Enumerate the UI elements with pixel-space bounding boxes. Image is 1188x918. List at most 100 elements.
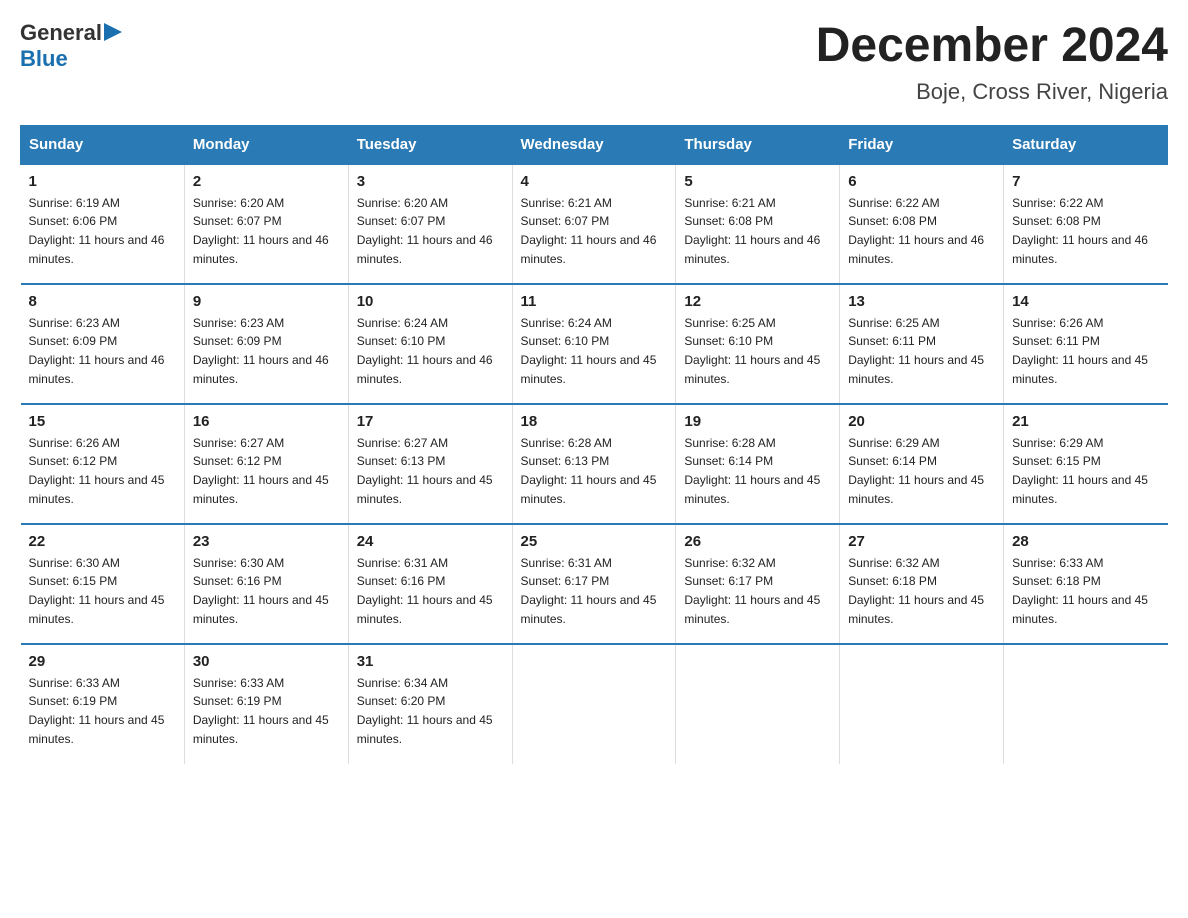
day-of-week-header: Sunday [21, 125, 185, 164]
calendar-cell: 9 Sunrise: 6:23 AM Sunset: 6:09 PM Dayli… [184, 284, 348, 404]
day-info: Sunrise: 6:20 AM Sunset: 6:07 PM Dayligh… [193, 194, 340, 268]
day-number: 24 [357, 533, 504, 550]
calendar-week-row: 29 Sunrise: 6:33 AM Sunset: 6:19 PM Dayl… [21, 644, 1168, 764]
day-info: Sunrise: 6:32 AM Sunset: 6:18 PM Dayligh… [848, 554, 995, 628]
day-info: Sunrise: 6:26 AM Sunset: 6:11 PM Dayligh… [1012, 314, 1159, 388]
day-number: 19 [684, 413, 831, 430]
day-info: Sunrise: 6:23 AM Sunset: 6:09 PM Dayligh… [193, 314, 340, 388]
day-number: 29 [29, 653, 176, 670]
calendar-cell: 13 Sunrise: 6:25 AM Sunset: 6:11 PM Dayl… [840, 284, 1004, 404]
day-info: Sunrise: 6:25 AM Sunset: 6:10 PM Dayligh… [684, 314, 831, 388]
day-number: 10 [357, 293, 504, 310]
day-number: 7 [1012, 173, 1159, 190]
day-number: 21 [1012, 413, 1159, 430]
calendar-cell: 12 Sunrise: 6:25 AM Sunset: 6:10 PM Dayl… [676, 284, 840, 404]
day-info: Sunrise: 6:26 AM Sunset: 6:12 PM Dayligh… [29, 434, 176, 508]
day-info: Sunrise: 6:23 AM Sunset: 6:09 PM Dayligh… [29, 314, 176, 388]
day-of-week-header: Friday [840, 125, 1004, 164]
logo-general: General [20, 20, 102, 46]
calendar-cell: 1 Sunrise: 6:19 AM Sunset: 6:06 PM Dayli… [21, 164, 185, 284]
calendar-cell: 7 Sunrise: 6:22 AM Sunset: 6:08 PM Dayli… [1004, 164, 1168, 284]
calendar-cell: 27 Sunrise: 6:32 AM Sunset: 6:18 PM Dayl… [840, 524, 1004, 644]
calendar-cell: 8 Sunrise: 6:23 AM Sunset: 6:09 PM Dayli… [21, 284, 185, 404]
day-number: 5 [684, 173, 831, 190]
calendar-cell: 4 Sunrise: 6:21 AM Sunset: 6:07 PM Dayli… [512, 164, 676, 284]
day-number: 27 [848, 533, 995, 550]
day-info: Sunrise: 6:21 AM Sunset: 6:07 PM Dayligh… [521, 194, 668, 268]
calendar-cell: 3 Sunrise: 6:20 AM Sunset: 6:07 PM Dayli… [348, 164, 512, 284]
day-number: 1 [29, 173, 176, 190]
day-number: 22 [29, 533, 176, 550]
logo-arrow-icon [104, 23, 122, 41]
day-of-week-header: Thursday [676, 125, 840, 164]
day-info: Sunrise: 6:29 AM Sunset: 6:14 PM Dayligh… [848, 434, 995, 508]
calendar-cell: 21 Sunrise: 6:29 AM Sunset: 6:15 PM Dayl… [1004, 404, 1168, 524]
day-info: Sunrise: 6:31 AM Sunset: 6:17 PM Dayligh… [521, 554, 668, 628]
calendar-cell [1004, 644, 1168, 764]
day-number: 25 [521, 533, 668, 550]
calendar-week-row: 15 Sunrise: 6:26 AM Sunset: 6:12 PM Dayl… [21, 404, 1168, 524]
calendar-cell: 29 Sunrise: 6:33 AM Sunset: 6:19 PM Dayl… [21, 644, 185, 764]
day-info: Sunrise: 6:27 AM Sunset: 6:13 PM Dayligh… [357, 434, 504, 508]
location-title: Boje, Cross River, Nigeria [816, 79, 1168, 105]
calendar-cell: 16 Sunrise: 6:27 AM Sunset: 6:12 PM Dayl… [184, 404, 348, 524]
day-info: Sunrise: 6:24 AM Sunset: 6:10 PM Dayligh… [357, 314, 504, 388]
day-number: 6 [848, 173, 995, 190]
day-info: Sunrise: 6:31 AM Sunset: 6:16 PM Dayligh… [357, 554, 504, 628]
day-number: 30 [193, 653, 340, 670]
day-number: 3 [357, 173, 504, 190]
day-number: 4 [521, 173, 668, 190]
calendar-cell: 5 Sunrise: 6:21 AM Sunset: 6:08 PM Dayli… [676, 164, 840, 284]
calendar-cell: 6 Sunrise: 6:22 AM Sunset: 6:08 PM Dayli… [840, 164, 1004, 284]
day-number: 9 [193, 293, 340, 310]
calendar-cell: 31 Sunrise: 6:34 AM Sunset: 6:20 PM Dayl… [348, 644, 512, 764]
calendar-cell: 17 Sunrise: 6:27 AM Sunset: 6:13 PM Dayl… [348, 404, 512, 524]
day-number: 11 [521, 293, 668, 310]
day-info: Sunrise: 6:25 AM Sunset: 6:11 PM Dayligh… [848, 314, 995, 388]
calendar-cell: 18 Sunrise: 6:28 AM Sunset: 6:13 PM Dayl… [512, 404, 676, 524]
day-number: 20 [848, 413, 995, 430]
calendar-cell: 26 Sunrise: 6:32 AM Sunset: 6:17 PM Dayl… [676, 524, 840, 644]
day-of-week-header: Monday [184, 125, 348, 164]
calendar-week-row: 22 Sunrise: 6:30 AM Sunset: 6:15 PM Dayl… [21, 524, 1168, 644]
month-title: December 2024 [816, 20, 1168, 73]
day-of-week-header: Tuesday [348, 125, 512, 164]
day-of-week-header: Wednesday [512, 125, 676, 164]
calendar-cell [676, 644, 840, 764]
day-number: 26 [684, 533, 831, 550]
calendar-cell: 30 Sunrise: 6:33 AM Sunset: 6:19 PM Dayl… [184, 644, 348, 764]
day-number: 12 [684, 293, 831, 310]
day-info: Sunrise: 6:29 AM Sunset: 6:15 PM Dayligh… [1012, 434, 1159, 508]
calendar-cell: 14 Sunrise: 6:26 AM Sunset: 6:11 PM Dayl… [1004, 284, 1168, 404]
day-info: Sunrise: 6:22 AM Sunset: 6:08 PM Dayligh… [1012, 194, 1159, 268]
day-info: Sunrise: 6:34 AM Sunset: 6:20 PM Dayligh… [357, 674, 504, 748]
calendar-cell: 25 Sunrise: 6:31 AM Sunset: 6:17 PM Dayl… [512, 524, 676, 644]
day-info: Sunrise: 6:33 AM Sunset: 6:19 PM Dayligh… [193, 674, 340, 748]
calendar-week-row: 1 Sunrise: 6:19 AM Sunset: 6:06 PM Dayli… [21, 164, 1168, 284]
day-number: 31 [357, 653, 504, 670]
calendar-cell: 20 Sunrise: 6:29 AM Sunset: 6:14 PM Dayl… [840, 404, 1004, 524]
day-info: Sunrise: 6:22 AM Sunset: 6:08 PM Dayligh… [848, 194, 995, 268]
calendar-cell [512, 644, 676, 764]
day-info: Sunrise: 6:33 AM Sunset: 6:18 PM Dayligh… [1012, 554, 1159, 628]
calendar-cell: 2 Sunrise: 6:20 AM Sunset: 6:07 PM Dayli… [184, 164, 348, 284]
logo-blue: Blue [20, 46, 68, 71]
day-number: 16 [193, 413, 340, 430]
day-info: Sunrise: 6:33 AM Sunset: 6:19 PM Dayligh… [29, 674, 176, 748]
day-info: Sunrise: 6:28 AM Sunset: 6:14 PM Dayligh… [684, 434, 831, 508]
day-number: 28 [1012, 533, 1159, 550]
day-number: 13 [848, 293, 995, 310]
day-number: 2 [193, 173, 340, 190]
calendar-cell [840, 644, 1004, 764]
day-info: Sunrise: 6:21 AM Sunset: 6:08 PM Dayligh… [684, 194, 831, 268]
day-of-week-header: Saturday [1004, 125, 1168, 164]
day-info: Sunrise: 6:30 AM Sunset: 6:15 PM Dayligh… [29, 554, 176, 628]
calendar-cell: 11 Sunrise: 6:24 AM Sunset: 6:10 PM Dayl… [512, 284, 676, 404]
day-info: Sunrise: 6:27 AM Sunset: 6:12 PM Dayligh… [193, 434, 340, 508]
calendar-cell: 22 Sunrise: 6:30 AM Sunset: 6:15 PM Dayl… [21, 524, 185, 644]
day-info: Sunrise: 6:30 AM Sunset: 6:16 PM Dayligh… [193, 554, 340, 628]
calendar-cell: 24 Sunrise: 6:31 AM Sunset: 6:16 PM Dayl… [348, 524, 512, 644]
calendar-cell: 10 Sunrise: 6:24 AM Sunset: 6:10 PM Dayl… [348, 284, 512, 404]
day-info: Sunrise: 6:28 AM Sunset: 6:13 PM Dayligh… [521, 434, 668, 508]
day-info: Sunrise: 6:32 AM Sunset: 6:17 PM Dayligh… [684, 554, 831, 628]
